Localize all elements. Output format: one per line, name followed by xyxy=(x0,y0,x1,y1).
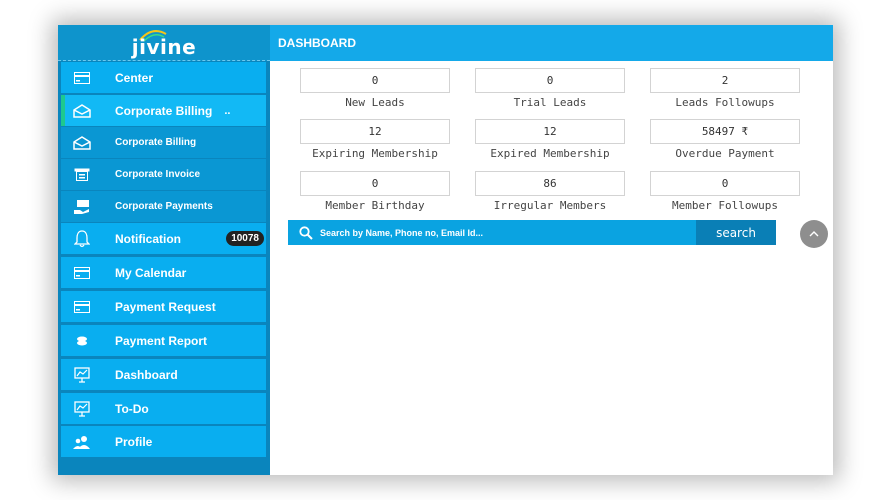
coins-icon xyxy=(73,332,91,350)
payment-hand-icon xyxy=(73,198,91,216)
stat-expiring-membership[interactable]: 12 Expiring Membership xyxy=(300,119,450,160)
stat-value: 12 xyxy=(475,119,625,144)
sidebar-item-label: Center xyxy=(115,70,154,85)
stat-label: Member Birthday xyxy=(325,199,425,212)
stat-value: 12 xyxy=(300,119,450,144)
stat-value: 58497 ₹ xyxy=(650,119,800,144)
invoice-icon xyxy=(73,166,91,184)
sidebar-item-payment-request[interactable]: Payment Request xyxy=(61,291,266,322)
logo[interactable]: jivine xyxy=(58,25,270,61)
stat-value: 86 xyxy=(475,171,625,196)
stat-expired-membership[interactable]: 12 Expired Membership xyxy=(475,119,625,160)
stat-value: 0 xyxy=(300,68,450,93)
sidebar-item-notification[interactable]: Notification 10078 xyxy=(61,223,266,254)
app-window: jivine Center Corporate Billing .. Corpo… xyxy=(58,25,833,475)
search-icon xyxy=(296,220,316,245)
sidebar-item-label: Profile xyxy=(115,434,153,449)
stat-member-birthday[interactable]: 0 Member Birthday xyxy=(300,171,450,212)
stat-label: Expiring Membership xyxy=(312,147,438,160)
sidebar-item-payment-report[interactable]: Payment Report xyxy=(61,325,266,356)
stat-label: Irregular Members xyxy=(493,199,607,212)
stat-irregular-members[interactable]: 86 Irregular Members xyxy=(475,171,625,212)
expand-indicator: .. xyxy=(224,104,231,117)
stat-trial-leads[interactable]: 0 Trial Leads xyxy=(475,68,625,109)
sidebar-item-profile[interactable]: Profile xyxy=(61,426,266,457)
envelope-open-icon xyxy=(73,134,91,152)
stat-leads-followups[interactable]: 2 Leads Followups xyxy=(650,68,800,109)
sidebar-item-label: Corporate Billing xyxy=(115,137,197,148)
stat-new-leads[interactable]: 0 New Leads xyxy=(300,68,450,109)
sidebar-item-label: Payment Report xyxy=(115,333,208,348)
sidebar-item-center[interactable]: Center xyxy=(61,62,266,93)
sidebar-item-label: Notification xyxy=(115,231,181,246)
stat-label: Expired Membership xyxy=(490,147,610,160)
stat-value: 0 xyxy=(300,171,450,196)
stat-value: 0 xyxy=(650,171,800,196)
stat-overdue-payment[interactable]: 58497 ₹ Overdue Payment xyxy=(650,119,800,160)
card-icon xyxy=(73,69,91,87)
stat-value: 0 xyxy=(475,68,625,93)
sidebar-item-dashboard[interactable]: Dashboard xyxy=(61,359,266,390)
search-input[interactable] xyxy=(316,220,696,245)
sidebar-item-label: Payment Request xyxy=(115,299,216,314)
sidebar-item-todo[interactable]: To-Do xyxy=(61,393,266,424)
envelope-open-icon xyxy=(73,102,91,120)
card-icon xyxy=(73,298,91,316)
bell-icon xyxy=(73,229,91,248)
card-icon xyxy=(73,264,91,282)
sidebar-item-corporate-payments[interactable]: Corporate Payments xyxy=(61,191,266,222)
page-title: DASHBOARD xyxy=(278,36,356,50)
stat-label: Leads Followups xyxy=(675,96,775,109)
presentation-chart-icon xyxy=(73,366,91,384)
search-button[interactable]: search xyxy=(696,220,776,245)
notification-count-badge: 10078 xyxy=(226,231,264,246)
sidebar-item-label: To-Do xyxy=(115,401,149,416)
stat-label: Overdue Payment xyxy=(675,147,775,160)
sidebar-item-corporate-invoice[interactable]: Corporate Invoice xyxy=(61,159,266,190)
users-icon xyxy=(73,433,91,451)
presentation-chart-icon xyxy=(73,400,91,418)
stat-value: 2 xyxy=(650,68,800,93)
chevron-up-icon xyxy=(809,231,819,237)
sidebar-item-my-calendar[interactable]: My Calendar xyxy=(61,257,266,288)
stat-member-followups[interactable]: 0 Member Followups xyxy=(650,171,800,212)
stat-label: Trial Leads xyxy=(513,96,587,109)
sidebar: jivine Center Corporate Billing .. Corpo… xyxy=(58,25,270,475)
sidebar-item-label: My Calendar xyxy=(115,265,187,280)
scroll-to-top-button[interactable] xyxy=(800,220,828,248)
sidebar-item-label: Corporate Invoice xyxy=(115,169,201,180)
logo-text: jivine xyxy=(131,34,197,59)
sidebar-item-corporate-billing[interactable]: Corporate Billing xyxy=(61,127,266,158)
sidebar-item-label: Corporate Payments xyxy=(115,201,213,212)
stat-label: Member Followups xyxy=(672,199,778,212)
stat-label: New Leads xyxy=(345,96,405,109)
sidebar-item-label: Corporate Billing xyxy=(115,103,213,118)
search-bar: search xyxy=(288,220,776,245)
sidebar-item-label: Dashboard xyxy=(115,367,178,382)
page-header: DASHBOARD xyxy=(270,25,833,61)
sidebar-item-corporate-billing-group[interactable]: Corporate Billing .. xyxy=(61,95,266,126)
